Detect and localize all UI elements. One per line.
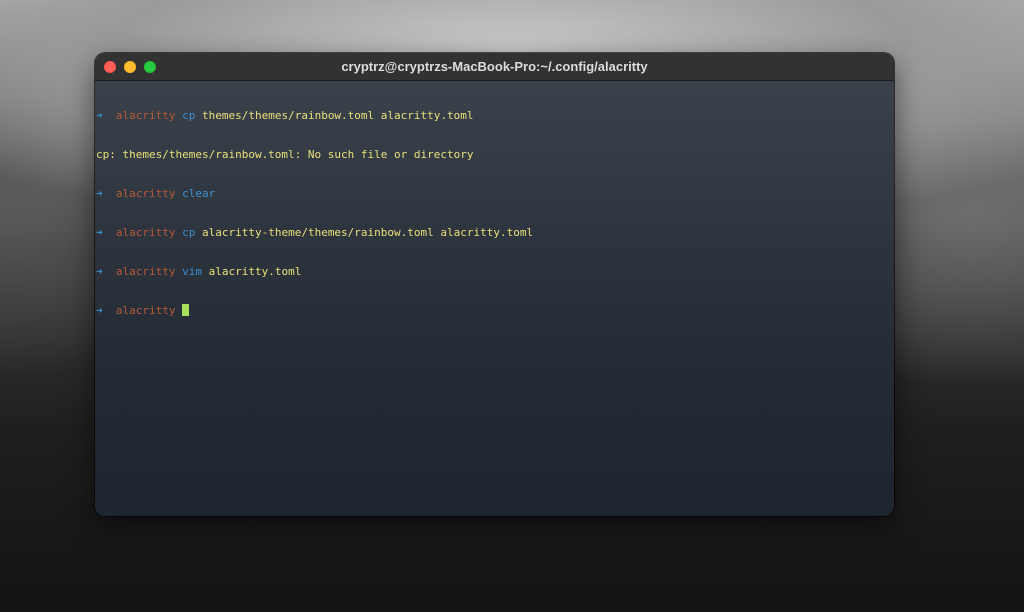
- command-args: themes/themes/rainbow.toml alacritty.tom…: [201, 109, 474, 122]
- command: vim: [182, 265, 202, 278]
- prompt-arrow-icon: ➜: [96, 109, 103, 122]
- command-args: alacritty-theme/themes/rainbow.toml alac…: [201, 226, 534, 239]
- prompt-arrow-icon: ➜: [96, 226, 103, 239]
- terminal-line: cp: themes/themes/rainbow.toml: No such …: [96, 148, 894, 161]
- prompt-directory: alacritty: [115, 109, 176, 122]
- command: cp: [182, 226, 196, 239]
- command: clear: [182, 187, 216, 200]
- window-title: cryptrz@cryptrzs-MacBook-Pro:~/.config/a…: [341, 59, 648, 74]
- terminal-output[interactable]: ➜ alacritty cp themes/themes/rainbow.tom…: [95, 81, 894, 343]
- terminal-line: ➜ alacritty cp themes/themes/rainbow.tom…: [96, 109, 894, 122]
- prompt-arrow-icon: ➜: [96, 187, 103, 200]
- prompt-directory: alacritty: [115, 304, 176, 317]
- command-args: alacritty.toml: [208, 265, 302, 278]
- title-bar: cryptrz@cryptrzs-MacBook-Pro:~/.config/a…: [95, 53, 894, 81]
- cursor-block: [182, 304, 190, 316]
- terminal-line: ➜ alacritty vim alacritty.toml: [96, 265, 894, 278]
- prompt-directory: alacritty: [115, 265, 176, 278]
- prompt-directory: alacritty: [115, 226, 176, 239]
- command-output: cp: themes/themes/rainbow.toml: No such …: [96, 148, 474, 161]
- prompt-directory: alacritty: [115, 187, 176, 200]
- command: cp: [182, 109, 196, 122]
- terminal-line: ➜ alacritty: [96, 304, 894, 317]
- terminal-line: ➜ alacritty cp alacritty-theme/themes/ra…: [96, 226, 894, 239]
- terminal-line: ➜ alacritty clear: [96, 187, 894, 200]
- prompt-arrow-icon: ➜: [96, 304, 103, 317]
- prompt-arrow-icon: ➜: [96, 265, 103, 278]
- terminal-window: cryptrz@cryptrzs-MacBook-Pro:~/.config/a…: [95, 53, 894, 516]
